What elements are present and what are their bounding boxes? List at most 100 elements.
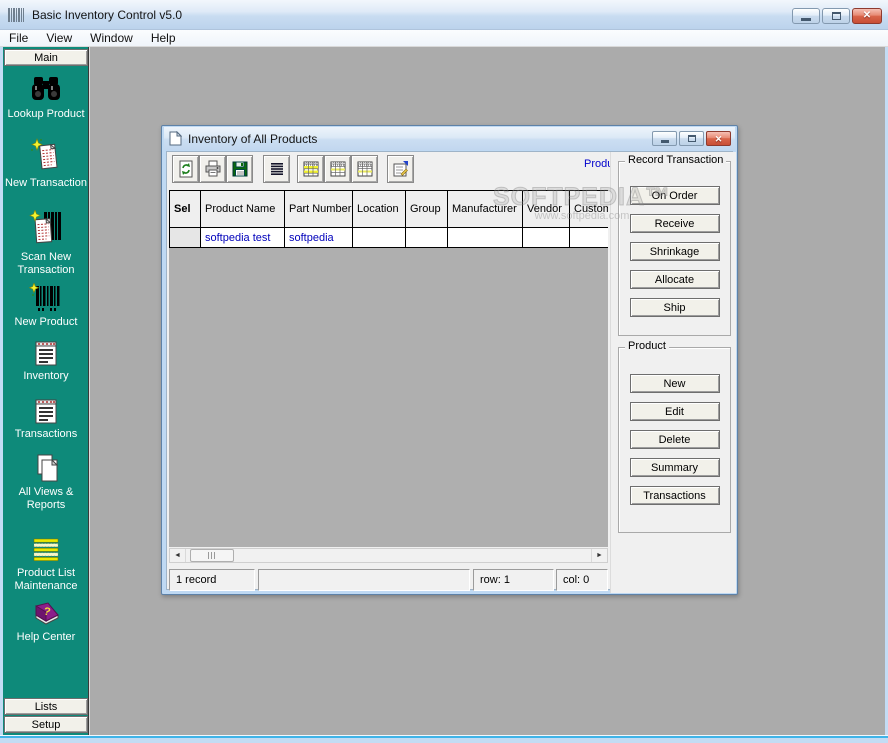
- grid-data-row[interactable]: softpedia test softpedia: [170, 228, 608, 248]
- shrinkage-button[interactable]: Shrinkage: [630, 242, 720, 261]
- record-transaction-group-title: Record Transaction: [625, 154, 726, 166]
- list-view-button[interactable]: [263, 155, 290, 183]
- scroll-right-arrow[interactable]: ►: [591, 549, 607, 562]
- sidebar-item-inventory[interactable]: Inventory: [3, 339, 89, 383]
- new-note-icon: [29, 138, 63, 174]
- window-frame-bottom: [0, 735, 888, 743]
- lists-tab-button[interactable]: Lists: [4, 698, 88, 715]
- menu-window[interactable]: Window: [81, 30, 142, 47]
- sidebar-item-label: New Transaction: [4, 177, 88, 190]
- close-icon: ✕: [863, 11, 871, 21]
- transactions-button[interactable]: Transactions: [630, 486, 720, 505]
- scrollbar-thumb[interactable]: [190, 549, 234, 562]
- table-gray-icon: [329, 160, 347, 178]
- cell-customer[interactable]: [570, 228, 608, 248]
- cell-vendor[interactable]: [523, 228, 570, 248]
- print-button[interactable]: [199, 155, 226, 183]
- inventory-grid: Sel Product Name Part Number Location Gr…: [169, 190, 608, 547]
- binoculars-icon: [29, 75, 63, 105]
- col-header-vendor[interactable]: Vendor: [523, 191, 570, 228]
- window-title: Basic Inventory Control v5.0: [32, 8, 182, 22]
- product-group: Product New Edit Delete Summary Transact…: [618, 347, 731, 533]
- edit-button[interactable]: Edit: [630, 402, 720, 421]
- cell-sel[interactable]: [170, 228, 201, 248]
- sidebar: Main Lookup Product: [3, 47, 89, 735]
- sidebar-item-transactions[interactable]: Transactions: [3, 397, 89, 441]
- products-link[interactable]: Produ: [584, 158, 610, 170]
- documents-icon: [30, 453, 62, 483]
- sidebar-item-label: New Product: [4, 316, 88, 329]
- sidebar-item-label: All Views & Reports: [4, 486, 88, 511]
- allocate-button[interactable]: Allocate: [630, 270, 720, 289]
- refresh-button[interactable]: [172, 155, 199, 183]
- sidebar-item-new-product[interactable]: New Product: [3, 283, 89, 329]
- record-transaction-group: Record Transaction On Order Receive Shri…: [618, 161, 731, 336]
- menu-view[interactable]: View: [37, 30, 81, 47]
- table-view-highlight-button[interactable]: [297, 155, 324, 183]
- child-restore-button[interactable]: [679, 131, 704, 146]
- properties-button[interactable]: [387, 155, 414, 183]
- cell-product-name[interactable]: softpedia test: [201, 228, 285, 248]
- cell-manufacturer[interactable]: [448, 228, 523, 248]
- sidebar-item-label: Transactions: [4, 428, 88, 441]
- main-tab-button[interactable]: Main: [4, 49, 88, 66]
- status-message: [258, 569, 470, 591]
- sidebar-item-all-views-reports[interactable]: All Views & Reports: [3, 453, 89, 511]
- menu-help[interactable]: Help: [142, 30, 185, 47]
- table-gray-alt-icon: [356, 160, 374, 178]
- inventory-window-title: Inventory of All Products: [188, 132, 317, 146]
- table-view-plain-button[interactable]: [324, 155, 351, 183]
- menubar: File View Window Help: [0, 30, 888, 47]
- sidebar-item-lookup-product[interactable]: Lookup Product: [3, 75, 89, 121]
- client-area: Main Lookup Product: [3, 47, 885, 735]
- grid-header-row: Sel Product Name Part Number Location Gr…: [170, 191, 608, 228]
- scan-note-icon: [28, 210, 64, 248]
- setup-tab-button[interactable]: Setup: [4, 716, 88, 733]
- col-header-product-name[interactable]: Product Name: [201, 191, 285, 228]
- sidebar-item-product-list-maintenance[interactable]: Product List Maintenance: [3, 538, 89, 592]
- save-button[interactable]: [226, 155, 253, 183]
- sidebar-item-label: Inventory: [4, 370, 88, 383]
- ship-button[interactable]: Ship: [630, 298, 720, 317]
- summary-button[interactable]: Summary: [630, 458, 720, 477]
- col-header-manufacturer[interactable]: Manufacturer: [448, 191, 523, 228]
- cell-group[interactable]: [406, 228, 448, 248]
- sidebar-item-new-transaction[interactable]: New Transaction: [3, 138, 89, 190]
- striped-list-icon: [31, 538, 61, 564]
- menu-file[interactable]: File: [0, 30, 37, 47]
- sidebar-item-scan-new-transaction[interactable]: Scan New Transaction: [3, 210, 89, 276]
- child-close-button[interactable]: ✕: [706, 131, 731, 146]
- col-header-part-number[interactable]: Part Number: [285, 191, 353, 228]
- inventory-window-content: Produ Sel Product Name Part Number Locat…: [166, 151, 733, 590]
- delete-button[interactable]: Delete: [630, 430, 720, 449]
- child-minimize-button[interactable]: [652, 131, 677, 146]
- close-icon: ✕: [715, 134, 723, 144]
- scroll-left-arrow[interactable]: ◄: [170, 549, 186, 562]
- close-button[interactable]: ✕: [852, 8, 882, 24]
- col-header-customer[interactable]: Custom: [570, 191, 608, 228]
- sidebar-item-label: Lookup Product: [4, 108, 88, 121]
- table-yellow-icon: [302, 160, 320, 178]
- sidebar-item-label: Product List Maintenance: [4, 567, 88, 592]
- status-record-count: 1 record: [169, 569, 255, 591]
- horizontal-scrollbar[interactable]: ◄ ►: [169, 548, 608, 563]
- on-order-button[interactable]: On Order: [630, 186, 720, 205]
- maximize-button[interactable]: [822, 8, 850, 24]
- maximize-icon: [832, 12, 841, 20]
- grid-table: Sel Product Name Part Number Location Gr…: [169, 190, 608, 248]
- col-header-location[interactable]: Location: [353, 191, 406, 228]
- list-view-icon: [268, 160, 286, 178]
- receive-button[interactable]: Receive: [630, 214, 720, 233]
- table-view-alt-button[interactable]: [351, 155, 378, 183]
- inventory-window: Inventory of All Products ✕: [161, 125, 738, 595]
- new-button[interactable]: New: [630, 374, 720, 393]
- sidebar-item-help-center[interactable]: ? Help Center: [3, 598, 89, 644]
- col-header-group[interactable]: Group: [406, 191, 448, 228]
- barcode-app-icon: [8, 7, 26, 23]
- cell-location[interactable]: [353, 228, 406, 248]
- actions-panel: Record Transaction On Order Receive Shri…: [610, 152, 736, 593]
- col-header-sel[interactable]: Sel: [170, 191, 201, 228]
- cell-part-number[interactable]: softpedia: [285, 228, 353, 248]
- product-group-title: Product: [625, 340, 669, 352]
- minimize-button[interactable]: [792, 8, 820, 24]
